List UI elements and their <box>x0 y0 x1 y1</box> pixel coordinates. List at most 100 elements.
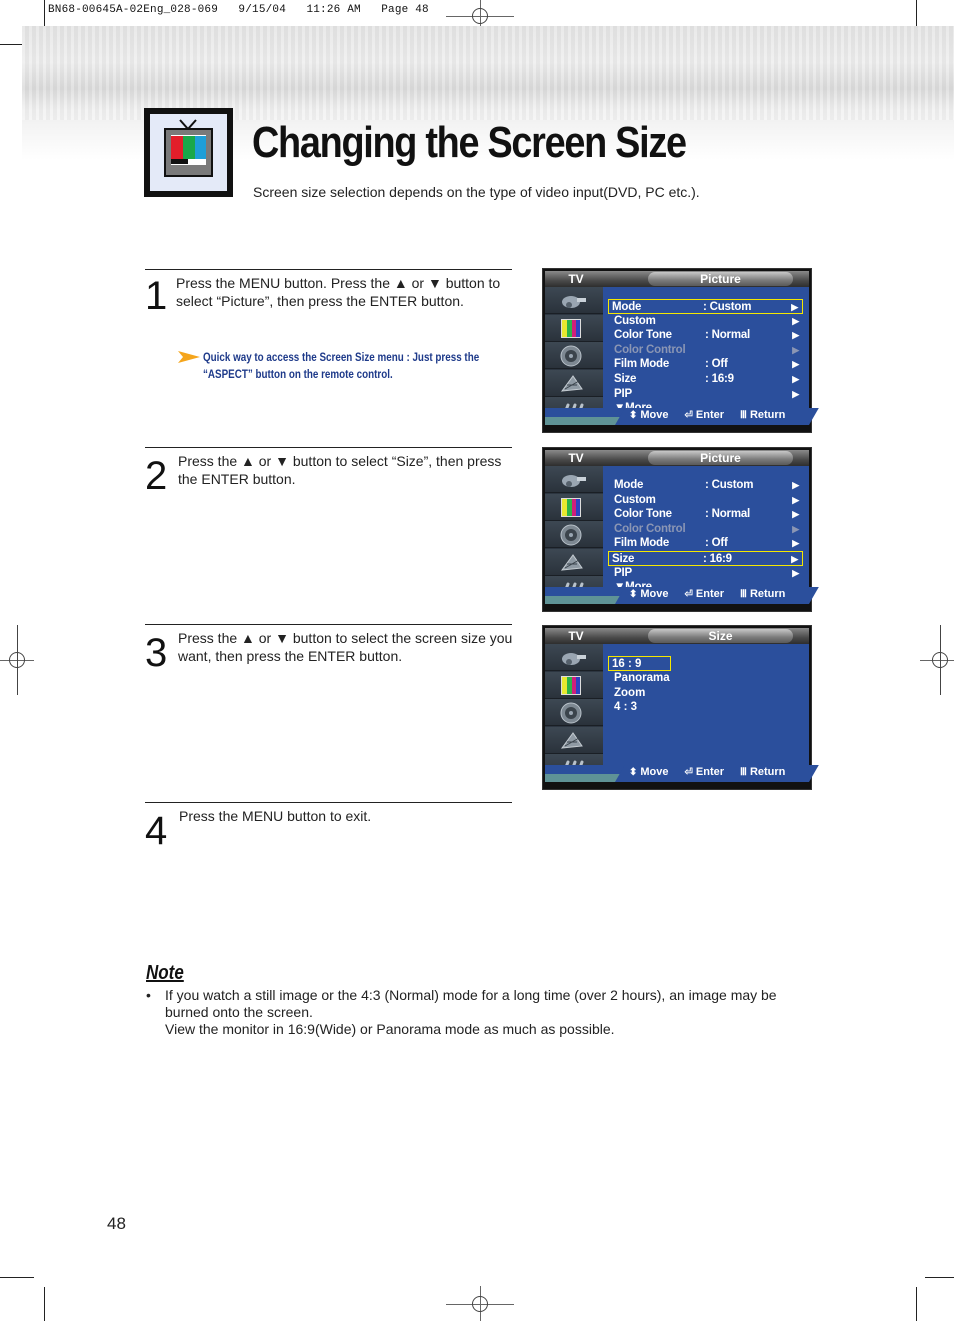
channel-antenna-icon <box>559 373 585 400</box>
tv-color-bars-icon <box>144 108 233 197</box>
osd-sidebar <box>545 644 603 782</box>
osd-menu-item[interactable]: Color Tone: Normal ▶ <box>611 328 803 343</box>
note-line: If you watch a still image or the 4:3 (N… <box>165 987 777 1020</box>
arrow-right-icon: ▶ <box>792 330 799 341</box>
osd-sidebar <box>545 287 603 425</box>
osd-menu-item[interactable]: Color Control ▶ <box>611 522 803 537</box>
osd-tv-label: TV <box>568 272 584 286</box>
osd-footer-move: ⬍ Move <box>629 588 669 600</box>
menu-return-icon: Ⅲ <box>740 766 747 778</box>
osd-size-menu: TV Size 16 : 9 Panorama Zoom 4 : 3 ⬍ Move ⏎ En… <box>542 625 819 790</box>
osd-footer-enter: ⏎ Enter <box>684 766 725 778</box>
osd-sidebar-item[interactable] <box>545 644 603 671</box>
note-line: View the monitor in 16:9(Wide) or Panora… <box>165 1021 615 1037</box>
arrow-right-icon: ▶ <box>792 315 799 326</box>
osd-sidebar <box>545 466 603 604</box>
osd-menu-item[interactable]: PIP ▶ <box>611 566 803 581</box>
osd-title: Picture <box>700 272 741 286</box>
osd-menu-item[interactable]: Color Tone: Normal ▶ <box>611 507 803 522</box>
osd-menu-label: PIP <box>614 387 632 400</box>
osd-menu-item[interactable]: Mode : Custom ▶ <box>611 478 803 493</box>
osd-sidebar-item[interactable] <box>545 287 603 314</box>
sound-speaker-icon <box>559 702 583 729</box>
osd-sidebar-item[interactable] <box>545 369 603 400</box>
osd-menu-item[interactable]: Custom ▶ <box>611 314 803 329</box>
osd-menu-value: : Off <box>705 537 728 550</box>
input-plug-icon <box>559 647 589 672</box>
osd-menu-label: Mode <box>614 479 644 491</box>
osd-menu-label: Size <box>614 373 637 385</box>
osd-footer-return: Ⅲ Return <box>740 409 786 421</box>
osd-footer-move: ⬍ Move <box>629 409 669 421</box>
channel-antenna-icon <box>559 552 585 579</box>
channel-antenna-icon <box>559 730 585 757</box>
osd-sidebar-item[interactable] <box>545 521 603 551</box>
osd-size-option[interactable]: Zoom <box>611 686 731 701</box>
up-down-arrows-icon: ⬍ <box>629 588 638 600</box>
osd-sidebar-item[interactable] <box>545 342 603 372</box>
enter-icon: ⏎ <box>684 409 693 421</box>
osd-menu-item[interactable]: Color Control ▶ <box>611 343 803 358</box>
osd-sidebar-item[interactable] <box>545 699 603 729</box>
crop-mark <box>925 1277 954 1278</box>
osd-menu-value: : Custom <box>705 479 754 491</box>
crop-mark <box>916 1287 917 1321</box>
osd-title: Picture <box>700 451 741 465</box>
osd-sidebar-item[interactable] <box>545 493 603 524</box>
osd-size-option[interactable]: Panorama <box>611 671 731 686</box>
arrow-right-icon: ▶ <box>792 359 799 370</box>
osd-size-option[interactable]: 4 : 3 <box>611 700 731 715</box>
osd-sidebar-item[interactable] <box>545 314 603 345</box>
arrow-right-icon: ▶ <box>792 344 799 355</box>
osd-size-option[interactable]: 16 : 9 <box>608 656 671 671</box>
sound-speaker-icon <box>559 524 583 551</box>
osd-menu-item[interactable]: PIP ▶ <box>611 387 803 402</box>
osd-menu-item[interactable]: Film Mode: Off ▶ <box>611 536 803 551</box>
arrow-right-icon: ▶ <box>792 388 799 399</box>
osd-menu-label: Color Control <box>614 343 686 356</box>
step-number: 2 <box>145 454 168 498</box>
osd-menu-label: PIP <box>614 566 632 579</box>
step-text: Press the ▲ or ▼ button to select “Size”… <box>178 453 502 487</box>
osd-tv-label: TV <box>568 629 584 643</box>
arrow-right-icon: ▶ <box>792 480 799 490</box>
enter-icon: ⏎ <box>684 766 693 778</box>
osd-menu-item[interactable]: Size: 16:9 ▶ <box>608 551 803 566</box>
osd-header: TV Picture <box>545 271 809 287</box>
crop-mark <box>44 1287 45 1321</box>
osd-menu-item[interactable]: Film Mode: Off ▶ <box>611 357 803 372</box>
osd-menu-item[interactable]: Custom ▶ <box>611 493 803 508</box>
osd-footer: ⬍ Move ⏎ Enter Ⅲ Return <box>545 765 819 782</box>
osd-sidebar-item[interactable] <box>545 548 603 579</box>
step-number: 3 <box>145 631 168 675</box>
step-text: Press the ▲ or ▼ button to select the sc… <box>178 630 513 664</box>
arrow-right-icon: ▶ <box>792 374 799 384</box>
bullet: • <box>146 987 151 1003</box>
picture-color-bars-icon <box>559 675 583 702</box>
osd-footer-enter: ⏎ Enter <box>684 588 725 600</box>
osd-footer: ⬍ Move ⏎ Enter Ⅲ Return <box>545 408 819 425</box>
page-number: 48 <box>107 1214 126 1233</box>
osd-title: Size <box>708 629 733 643</box>
osd-sidebar-item[interactable] <box>545 466 603 493</box>
step-number: 4 <box>145 809 168 853</box>
osd-sidebar-item[interactable] <box>545 671 603 702</box>
osd-footer: ⬍ Move ⏎ Enter Ⅲ Return <box>545 587 819 604</box>
step-text: Press the MENU button to exit. <box>179 808 372 824</box>
arrow-right-icon: ▶ <box>792 523 799 534</box>
picture-color-bars-icon <box>559 497 583 524</box>
osd-footer-move: ⬍ Move <box>629 766 669 778</box>
arrow-right-icon: ▶ <box>792 538 799 549</box>
sound-speaker-icon <box>559 345 583 372</box>
osd-menu-item[interactable]: Mode: Custom ▶ <box>608 299 803 314</box>
picture-color-bars-icon <box>559 318 583 345</box>
enter-icon: ⏎ <box>684 588 693 600</box>
osd-menu-label: Color Control <box>614 522 686 535</box>
osd-sidebar-item[interactable] <box>545 726 603 757</box>
osd-menu-value: : 16:9 <box>705 373 734 385</box>
osd-header: TV Picture <box>545 450 809 466</box>
osd-menu-item[interactable]: Size : 16:9 ▶ <box>611 372 803 387</box>
arrow-pointer-icon <box>178 351 200 363</box>
step-4: 4 Press the MENU button to exit. <box>145 802 512 862</box>
arrow-right-icon: ▶ <box>792 494 799 505</box>
